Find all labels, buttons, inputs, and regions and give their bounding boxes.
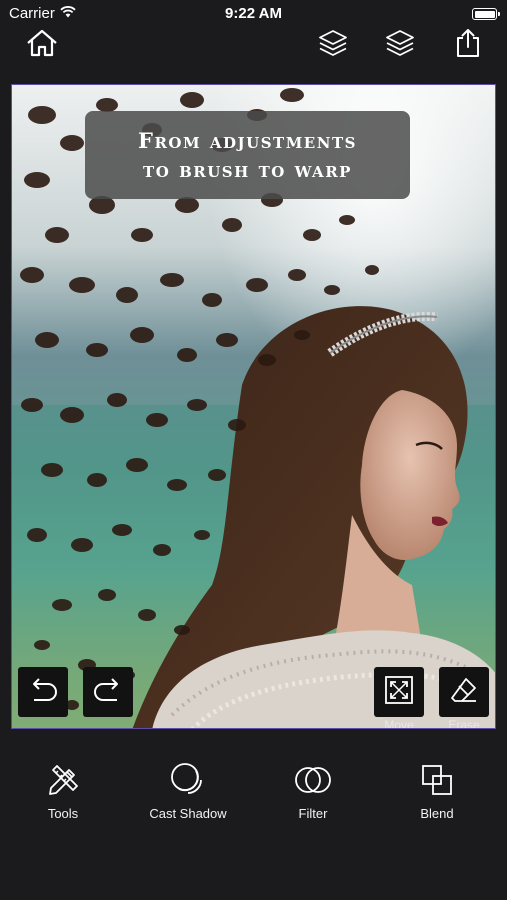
caption-banner: From adjustments to brush to warp [85, 111, 410, 199]
undo-button[interactable] [18, 667, 68, 717]
bottom-toolbar: Tools Cast Shadow Filter Blend [0, 740, 507, 830]
caption-line-1: From adjustments [138, 128, 357, 153]
caption-line-2: to brush to warp [143, 157, 352, 182]
blend-label: Blend [420, 806, 454, 821]
layers-icon [317, 27, 349, 64]
cast-shadow-label: Cast Shadow [149, 806, 227, 821]
layers-icon [384, 27, 416, 64]
clock: 9:22 AM [225, 5, 282, 22]
move-label: Move [384, 718, 414, 729]
cast-shadow-button[interactable]: Cast Shadow [138, 760, 238, 821]
tools-label: Tools [47, 806, 79, 821]
move-button[interactable] [374, 667, 424, 717]
erase-label: Erase [448, 718, 480, 729]
status-bar: Carrier 9:22 AM [0, 0, 507, 28]
battery-icon [472, 8, 500, 20]
blend-icon [417, 760, 457, 800]
layers-button[interactable] [313, 28, 353, 62]
top-toolbar [0, 28, 507, 78]
home-button[interactable] [22, 28, 62, 62]
undo-icon [26, 677, 60, 708]
share-icon [453, 27, 483, 64]
layers-panel-button[interactable] [380, 28, 420, 62]
redo-icon [91, 677, 125, 708]
filter-button[interactable]: Filter [263, 760, 363, 821]
filter-label: Filter [298, 806, 328, 821]
tools-icon [43, 760, 83, 800]
eraser-icon [448, 674, 480, 711]
photo-canvas[interactable]: From adjustments to brush to warp Move E… [11, 84, 496, 729]
redo-button[interactable] [83, 667, 133, 717]
tools-button[interactable]: Tools [13, 760, 113, 821]
cast-shadow-icon [168, 760, 208, 800]
blend-button[interactable]: Blend [387, 760, 487, 821]
erase-button[interactable] [439, 667, 489, 717]
share-button[interactable] [448, 28, 488, 62]
move-icon [383, 674, 415, 711]
filter-icon [293, 760, 333, 800]
home-icon [24, 28, 60, 63]
